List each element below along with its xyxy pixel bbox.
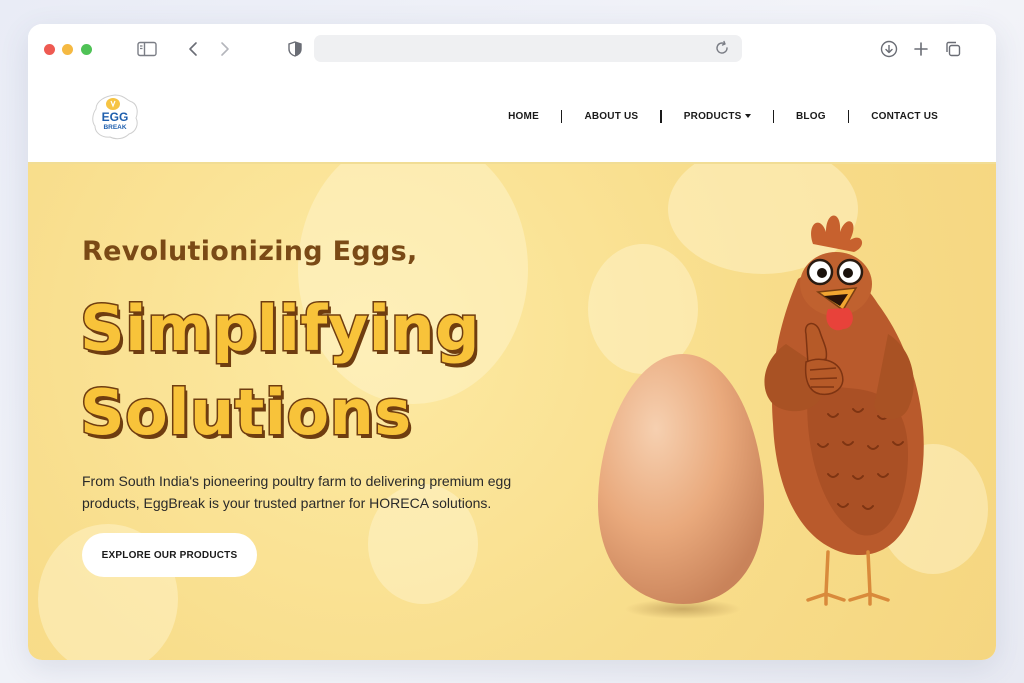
back-icon[interactable] bbox=[182, 38, 204, 60]
sidebar-icon[interactable] bbox=[136, 38, 158, 60]
minimize-window-button[interactable] bbox=[62, 44, 73, 55]
hero-section: Revolutionizing Eggs, Simplifying Soluti… bbox=[28, 164, 996, 660]
eggbreak-logo[interactable]: EGG BREAK bbox=[90, 92, 140, 142]
nav-about-us[interactable]: ABOUT US bbox=[584, 111, 638, 122]
nav-blog[interactable]: BLOG bbox=[796, 111, 826, 122]
hen-character bbox=[764, 215, 924, 606]
nav-divider bbox=[772, 110, 774, 123]
hero-title-line2: Solutions bbox=[79, 375, 413, 451]
caret-down-icon bbox=[744, 114, 751, 119]
nav-products-label: PRODUCTS bbox=[683, 111, 742, 122]
browser-toolbar bbox=[28, 24, 996, 74]
browser-window: EGG BREAK HOME ABOUT US PRODUCTS BLOG CO… bbox=[28, 24, 996, 660]
nav-home[interactable]: HOME bbox=[508, 111, 539, 122]
hero-subtitle: Revolutionizing Eggs, bbox=[82, 236, 418, 267]
logo-text-break: BREAK bbox=[103, 124, 126, 131]
maximize-window-button[interactable] bbox=[81, 44, 92, 55]
nav-products[interactable]: PRODUCTS bbox=[684, 111, 751, 122]
reload-icon[interactable] bbox=[714, 40, 730, 61]
site-header: EGG BREAK HOME ABOUT US PRODUCTS BLOG CO… bbox=[28, 74, 996, 164]
hero-title-line1: Simplifying bbox=[78, 291, 481, 367]
egg-and-hen-illustration bbox=[558, 184, 938, 624]
close-window-button[interactable] bbox=[44, 44, 55, 55]
explore-products-button[interactable]: EXPLORE OUR PRODUCTS bbox=[82, 533, 257, 577]
tabs-overview-icon[interactable] bbox=[942, 38, 964, 60]
logo-text-egg: EGG bbox=[102, 110, 129, 124]
nav-contact-us[interactable]: CONTACT US bbox=[871, 111, 938, 122]
nav-divider bbox=[660, 110, 662, 123]
background-blob bbox=[298, 164, 528, 404]
shield-icon[interactable] bbox=[284, 38, 306, 60]
egg-image bbox=[598, 354, 764, 604]
nav-divider bbox=[560, 110, 563, 123]
forward-icon[interactable] bbox=[214, 38, 236, 60]
download-icon[interactable] bbox=[878, 38, 900, 60]
main-navigation: HOME ABOUT US PRODUCTS BLOG CONTACT US bbox=[508, 110, 938, 123]
new-tab-icon[interactable] bbox=[910, 38, 932, 60]
nav-divider bbox=[847, 110, 850, 123]
hero-description: From South India's pioneering poultry fa… bbox=[82, 473, 512, 511]
address-bar[interactable] bbox=[314, 35, 742, 62]
